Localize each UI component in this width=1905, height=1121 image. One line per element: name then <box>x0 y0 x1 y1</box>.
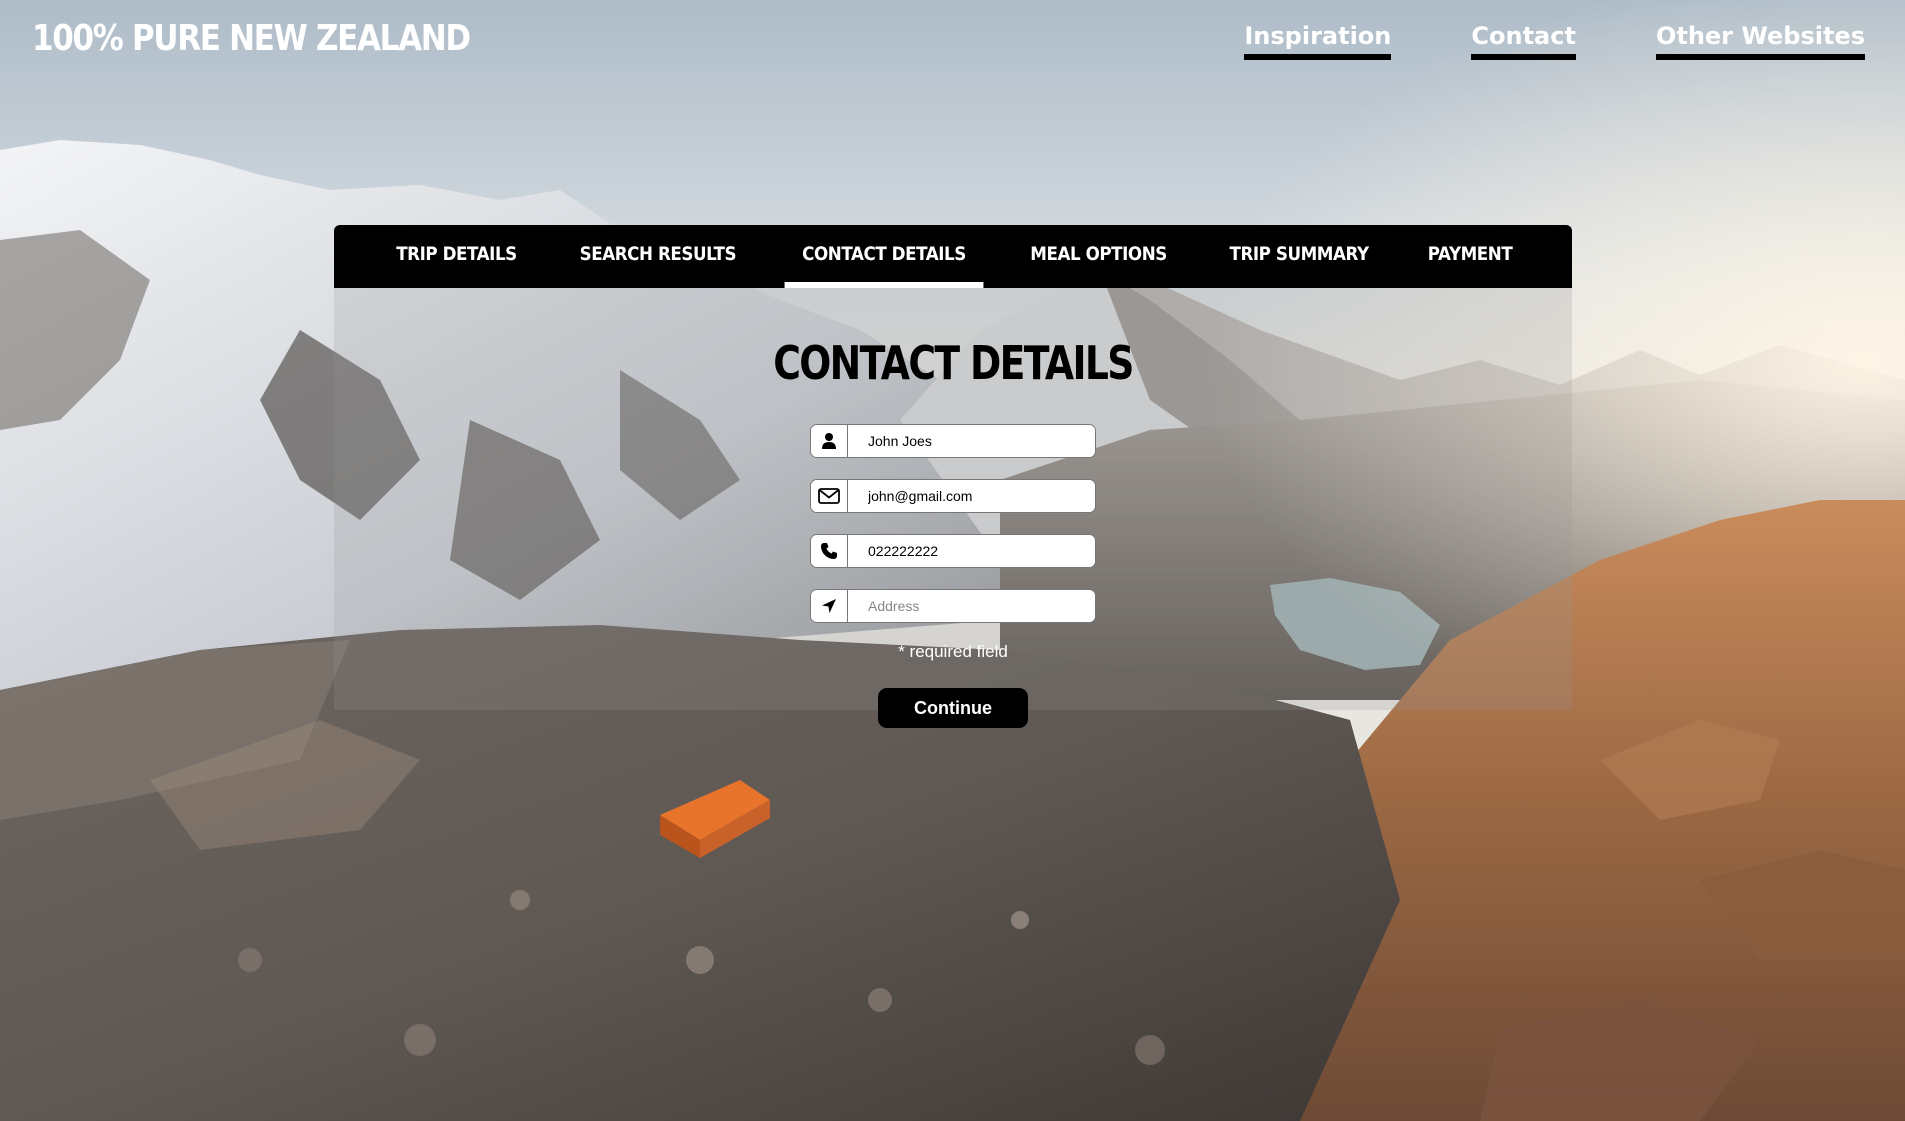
phone-input[interactable] <box>848 535 1095 567</box>
page: 100% PURE NEW ZEALAND Inspiration Contac… <box>0 0 1905 1121</box>
tab-trip-details[interactable]: TRIP DETAILS <box>378 225 534 288</box>
address-input[interactable] <box>848 590 1095 622</box>
tab-payment[interactable]: PAYMENT <box>1410 225 1530 288</box>
envelope-icon <box>811 480 848 512</box>
site-logo[interactable]: 100% PURE NEW ZEALAND <box>32 18 471 59</box>
address-field <box>810 589 1096 623</box>
page-title: CONTACT DETAILS <box>773 336 1134 390</box>
tab-meal-options[interactable]: MEAL OPTIONS <box>1012 225 1184 288</box>
phone-icon <box>811 535 848 567</box>
nav-link-contact[interactable]: Contact <box>1471 22 1576 60</box>
nav-link-other-websites[interactable]: Other Websites <box>1655 22 1865 60</box>
contact-form: * required field Continue <box>810 424 1096 728</box>
email-input[interactable] <box>848 480 1095 512</box>
phone-field <box>810 534 1096 568</box>
location-arrow-icon <box>811 590 848 622</box>
name-field <box>810 424 1096 458</box>
user-icon <box>811 425 848 457</box>
tab-search-results[interactable]: SEARCH RESULTS <box>562 225 754 288</box>
booking-steps-tabs: TRIP DETAILS SEARCH RESULTS CONTACT DETA… <box>334 225 1572 288</box>
continue-button[interactable]: Continue <box>878 688 1028 728</box>
required-field-note: * required field <box>898 642 1008 661</box>
tab-contact-details[interactable]: CONTACT DETAILS <box>784 225 984 288</box>
top-navigation: Inspiration Contact Other Websites <box>1244 22 1865 60</box>
nav-link-inspiration[interactable]: Inspiration <box>1244 22 1392 60</box>
booking-panel: TRIP DETAILS SEARCH RESULTS CONTACT DETA… <box>334 225 1572 728</box>
name-input[interactable] <box>848 425 1095 457</box>
email-field <box>810 479 1096 513</box>
tab-trip-summary[interactable]: TRIP SUMMARY <box>1212 225 1386 288</box>
